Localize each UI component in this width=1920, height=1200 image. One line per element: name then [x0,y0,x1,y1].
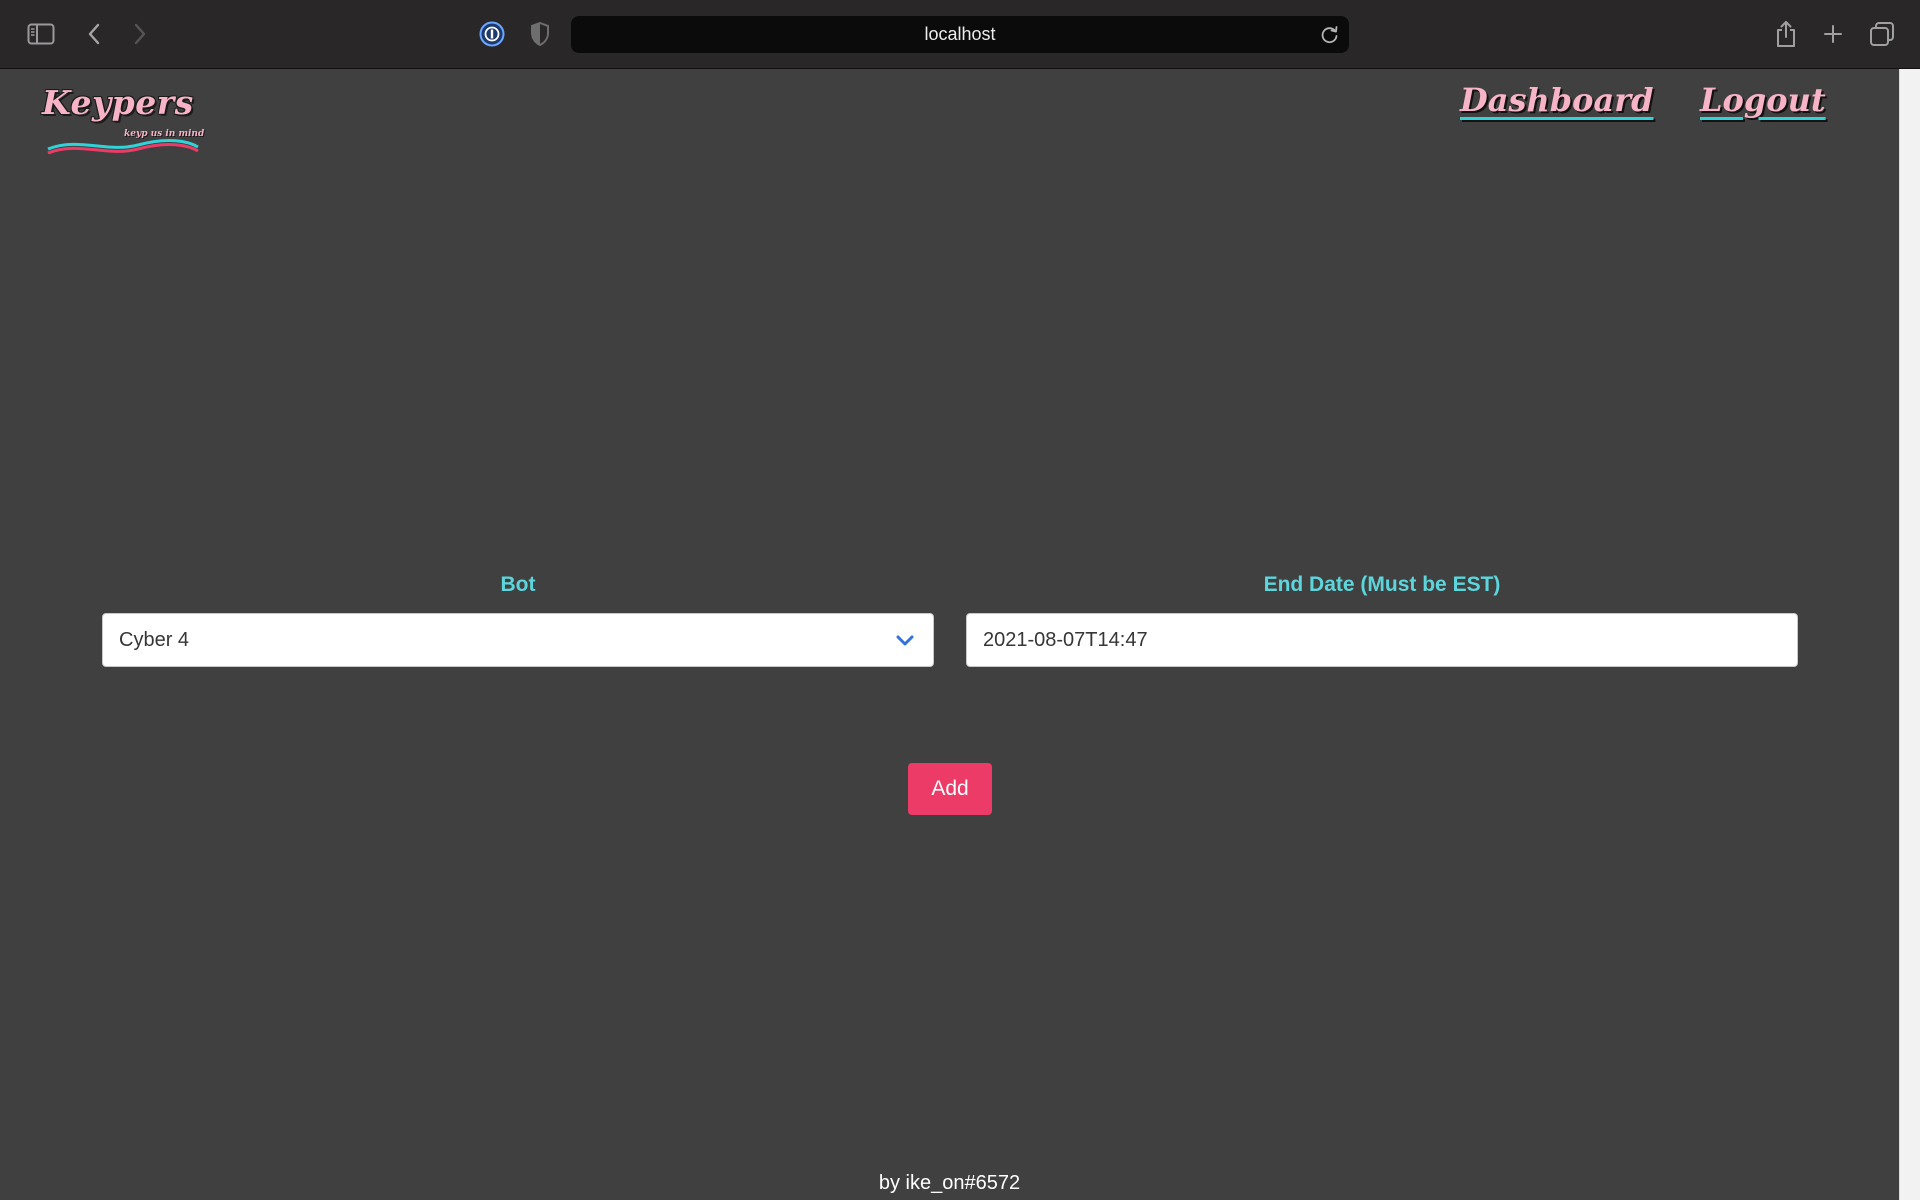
end-date-value: 2021-08-07T14:47 [983,628,1148,651]
add-button[interactable]: Add [908,763,992,815]
back-chevron-icon[interactable] [82,22,106,46]
nav-logout-link[interactable]: Logout [1700,81,1826,119]
shield-icon[interactable] [527,20,553,48]
page-content: Keypers keyp us in mind Dashboard Logout… [0,69,1899,1200]
tab-overview-icon[interactable] [1868,20,1896,48]
address-bar[interactable]: localhost [571,16,1349,53]
nav-dashboard-link[interactable]: Dashboard [1460,81,1653,119]
browser-toolbar: localhost [0,0,1920,69]
end-date-input[interactable]: 2021-08-07T14:47 [966,613,1798,667]
footer-credit: by ike_on#6572 [878,1172,1021,1194]
url-text: localhost [924,24,996,44]
logo-tagline: keyp us in mind [124,129,205,139]
password-manager-icon[interactable] [478,20,506,48]
bot-select-value: Cyber 4 [119,628,190,651]
keypers-logo[interactable]: Keypers keyp us in mind [38,83,208,155]
bot-select[interactable]: Cyber 4 [102,613,934,667]
forward-chevron-icon[interactable] [128,22,152,46]
chevron-down-icon [896,635,914,646]
logo-text: Keypers [42,83,194,122]
page-scrollbar[interactable] [1899,69,1920,1200]
bot-label: Bot [500,573,536,596]
plus-icon[interactable] [1820,21,1846,47]
sidebar-icon[interactable] [26,21,56,47]
share-icon[interactable] [1772,18,1800,50]
end-date-label: End Date (Must be EST) [1263,573,1501,596]
reload-icon[interactable] [1319,24,1341,46]
